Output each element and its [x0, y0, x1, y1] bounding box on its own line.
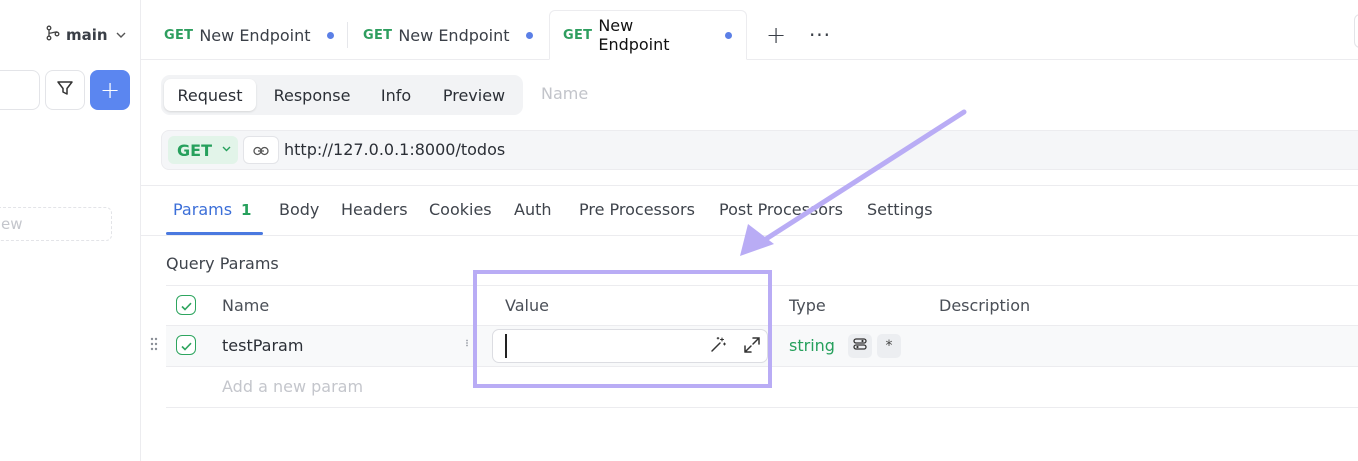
environment-link-button[interactable]: [243, 136, 279, 164]
method-value: GET: [177, 140, 212, 160]
tab-label: New Endpoint: [598, 16, 670, 54]
table-border: [166, 407, 1358, 408]
link-icon: [253, 141, 269, 160]
sliders-icon: [853, 338, 867, 354]
branch-icon: [46, 25, 60, 45]
subtab-body[interactable]: Body: [279, 200, 319, 219]
mode-request[interactable]: Request: [164, 79, 256, 111]
url-input[interactable]: http://127.0.0.1:8000/todos: [284, 140, 505, 159]
new-tab-button[interactable]: +: [761, 20, 791, 50]
chevron-down-icon: [222, 145, 231, 155]
param-options-button[interactable]: [848, 334, 872, 358]
more-tabs-button[interactable]: ···: [805, 20, 835, 50]
add-button[interactable]: +: [90, 70, 130, 110]
tab-endpoint-3[interactable]: GET New Endpoint: [549, 10, 747, 60]
tab-method: GET: [164, 27, 194, 43]
column-header-description: Description: [939, 296, 1031, 315]
sidebar-new-item-input[interactable]: ew: [0, 207, 112, 241]
plus-icon: +: [765, 21, 787, 49]
endpoint-name-input[interactable]: Name: [541, 84, 588, 103]
param-name-cell[interactable]: testParam: [222, 336, 303, 355]
sidebar-search-input[interactable]: [0, 70, 40, 110]
subtab-auth[interactable]: Auth: [514, 200, 552, 219]
annotation-highlight-box: [473, 270, 772, 388]
tab-label: New Endpoint: [199, 25, 311, 45]
mode-info[interactable]: Info: [369, 79, 423, 111]
more-icon: ···: [808, 23, 832, 47]
subtab-headers[interactable]: Headers: [341, 200, 408, 219]
branch-label: main: [66, 26, 108, 44]
method-select[interactable]: GET: [168, 136, 238, 164]
unsaved-dot-icon: [326, 31, 334, 39]
plus-icon: +: [99, 76, 121, 104]
mode-preview[interactable]: Preview: [429, 79, 519, 111]
tab-endpoint-1[interactable]: GET New Endpoint: [141, 10, 348, 60]
add-param-input[interactable]: Add a new param: [222, 377, 363, 396]
tab-endpoint-2[interactable]: GET New Endpoint: [340, 10, 547, 60]
column-header-type: Type: [789, 296, 826, 315]
params-count-badge: 1: [241, 201, 252, 219]
subtab-params-label: Params: [173, 200, 233, 219]
column-resize-handle-icon[interactable]: [465, 339, 469, 350]
subtab-params[interactable]: Params 1: [173, 200, 251, 219]
tab-bar: GET New Endpoint GET New Endpoint GET Ne…: [141, 0, 1358, 60]
tab-method: GET: [363, 27, 393, 43]
branch-selector[interactable]: main: [46, 22, 126, 48]
check-icon: [180, 296, 192, 315]
filter-icon: [56, 79, 74, 101]
tab-label: New Endpoint: [398, 25, 510, 45]
request-mode-switch: Request Response Info Preview: [161, 75, 523, 115]
tab-method: GET: [563, 27, 593, 43]
section-title: Query Params: [166, 254, 279, 273]
mode-response[interactable]: Response: [261, 79, 363, 111]
new-item-placeholder: ew: [1, 215, 23, 233]
annotation-arrow-icon: [730, 108, 970, 267]
drag-handle-icon[interactable]: [150, 337, 158, 351]
row-enabled-checkbox[interactable]: [176, 335, 196, 355]
unsaved-dot-icon: [725, 31, 732, 39]
check-icon: [180, 336, 192, 355]
column-header-name: Name: [222, 296, 270, 315]
required-toggle-button[interactable]: *: [877, 334, 901, 358]
subtab-pre-processors[interactable]: Pre Processors: [579, 200, 695, 219]
toolbar-control[interactable]: [1354, 14, 1358, 48]
select-all-checkbox[interactable]: [176, 295, 196, 315]
subtab-cookies[interactable]: Cookies: [429, 200, 492, 219]
chevron-down-icon: [116, 30, 126, 41]
filter-button[interactable]: [45, 70, 85, 110]
param-type-select[interactable]: string: [789, 336, 835, 355]
unsaved-dot-icon: [525, 31, 533, 39]
